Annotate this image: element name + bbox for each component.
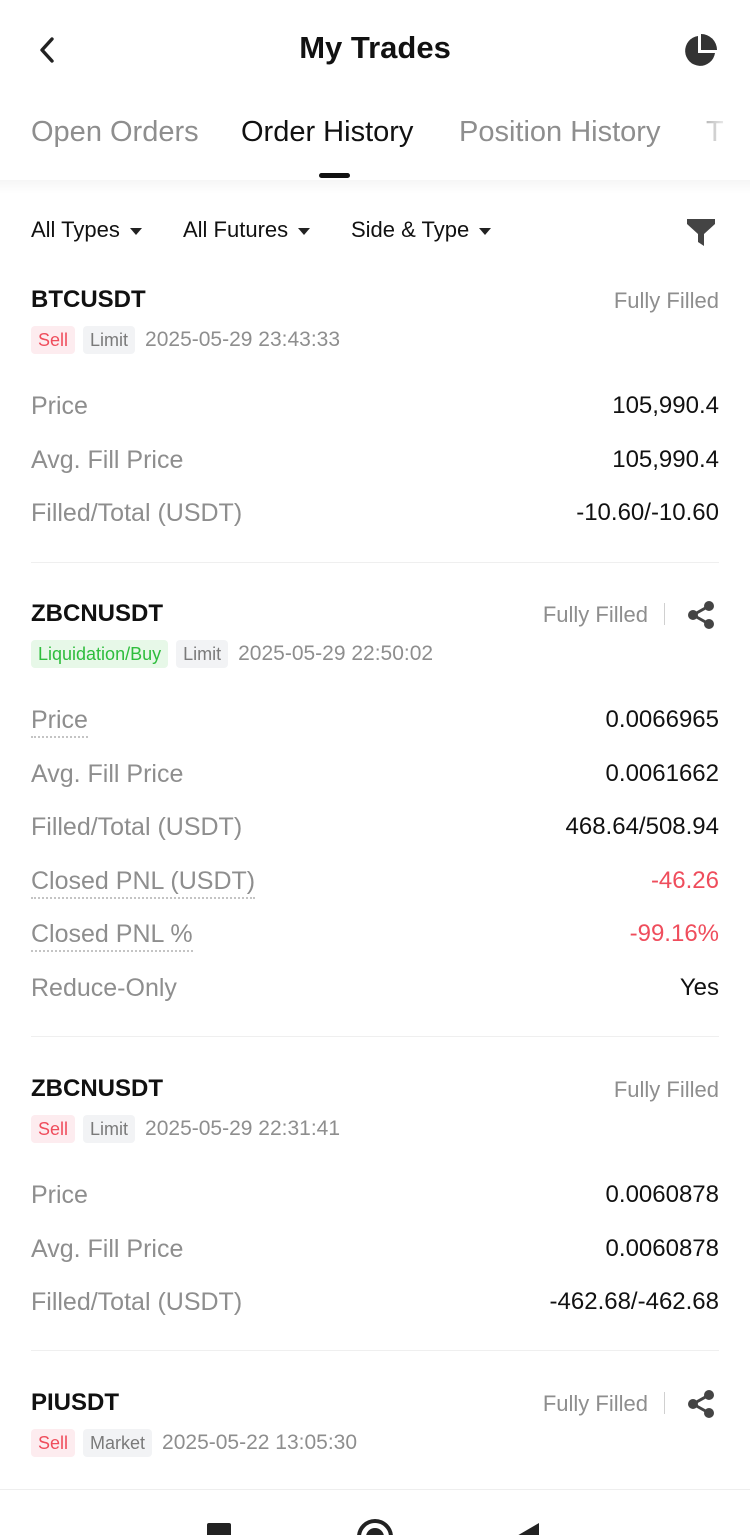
active-tab-indicator [319,173,350,178]
order-status: Fully Filled [613,1077,719,1102]
share-button[interactable] [684,598,718,632]
detail-row[interactable]: Price 0.0066965 [31,700,719,740]
order-timestamp: 2025-05-29 22:31:41 [145,1117,341,1140]
detail-row: Reduce-Only Yes [31,968,719,1008]
back-triangle-icon[interactable] [515,1523,539,1535]
tab-bar: Open Orders Order History Position Histo… [0,100,750,180]
pie-chart-icon [685,34,717,66]
row-value: -10.60/-10.60 [576,499,719,526]
pie-chart-button[interactable] [680,31,720,71]
status-separator [664,603,665,625]
order-badges: Sell Limit 2025-05-29 22:31:41 [31,1115,340,1143]
row-value: Yes [679,974,719,1001]
row-value: 105,990.4 [612,392,719,419]
order-symbol: BTCUSDT [31,286,146,313]
order-status: Fully Filled [542,602,648,627]
caret-down-icon [479,227,492,235]
order-type-badge: Market [83,1429,153,1457]
system-navigation-bar [0,1489,750,1535]
side-badge: Sell [31,326,76,354]
order-badges: Liquidation/Buy Limit 2025-05-29 22:50:0… [31,640,433,668]
row-label: Avg. Fill Price [31,760,184,788]
row-label: Filled/Total (USDT) [31,813,243,841]
row-value: -462.68/-462.68 [549,1288,719,1315]
detail-row: Filled/Total (USDT) -10.60/-10.60 [31,493,719,533]
recent-apps-icon[interactable] [207,1523,231,1535]
row-value: 105,990.4 [612,446,719,473]
order-timestamp: 2025-05-29 23:43:33 [145,328,341,351]
row-value: 0.0060878 [605,1235,719,1262]
status-separator [664,1392,665,1414]
all-types-label: All Types [31,217,120,242]
card-divider [31,562,719,563]
detail-row[interactable]: Closed PNL (USDT) -46.26 [31,861,719,901]
side-badge: Sell [31,1429,76,1457]
side-badge: Sell [31,1115,76,1143]
detail-row: Avg. Fill Price 0.0060878 [31,1229,719,1269]
filter-button[interactable] [684,215,718,249]
tab-position-history[interactable]: Position History [459,116,660,149]
detail-row: Filled/Total (USDT) -462.68/-462.68 [31,1282,719,1322]
card-divider [31,1350,719,1351]
tab-fade [690,100,750,180]
row-value: -99.16% [629,920,719,947]
page-title: My Trades [299,30,451,65]
row-label: Avg. Fill Price [31,446,184,474]
share-button[interactable] [684,1387,718,1421]
order-type-badge: Limit [83,326,136,354]
row-label: Price [31,392,88,420]
detail-row: Price 105,990.4 [31,386,719,426]
home-icon[interactable] [357,1519,393,1535]
side-type-dropdown[interactable]: Side & Type [351,217,492,243]
order-type-badge: Limit [83,1115,136,1143]
tab-order-history[interactable]: Order History [241,116,413,149]
row-label[interactable]: Closed PNL (USDT) [31,867,256,899]
row-label: Reduce-Only [31,974,177,1002]
order-badges: Sell Limit 2025-05-29 23:43:33 [31,326,340,354]
row-value: 0.0060878 [605,1181,719,1208]
all-types-dropdown[interactable]: All Types [31,217,142,243]
order-symbol: ZBCNUSDT [31,600,163,627]
share-icon [688,601,714,629]
row-label[interactable]: Closed PNL % [31,920,193,952]
filter-bar: All Types All Futures Side & Type [0,205,750,259]
row-label: Price [31,1181,88,1209]
row-value: 0.0066965 [605,706,719,733]
row-label: Filled/Total (USDT) [31,499,243,527]
card-divider [31,1036,719,1037]
order-timestamp: 2025-05-22 13:05:30 [162,1431,358,1454]
row-value: 468.64/508.94 [565,813,719,840]
order-symbol: ZBCNUSDT [31,1075,163,1102]
row-label[interactable]: Price [31,706,88,738]
detail-row: Filled/Total (USDT) 468.64/508.94 [31,807,719,847]
share-icon [688,1390,714,1418]
top-bar: My Trades [0,0,750,100]
order-type-badge: Limit [176,640,229,668]
row-label: Avg. Fill Price [31,1235,184,1263]
detail-row[interactable]: Closed PNL % -99.16% [31,914,719,954]
caret-down-icon [129,227,142,235]
funnel-icon [687,219,715,246]
all-futures-dropdown[interactable]: All Futures [183,217,311,243]
tab-open-orders[interactable]: Open Orders [31,116,199,149]
all-futures-label: All Futures [183,217,289,242]
order-status: Fully Filled [542,1391,648,1416]
tab-bar-shadow [0,180,750,194]
order-timestamp: 2025-05-29 22:50:02 [238,642,434,665]
detail-row: Price 0.0060878 [31,1175,719,1215]
side-type-label: Side & Type [351,217,470,242]
order-symbol: PIUSDT [31,1389,120,1416]
row-value: 0.0061662 [605,760,719,787]
order-badges: Sell Market 2025-05-22 13:05:30 [31,1429,357,1457]
detail-row: Avg. Fill Price 105,990.4 [31,440,719,480]
side-badge: Liquidation/Buy [31,640,169,668]
caret-down-icon [298,227,311,235]
row-label: Filled/Total (USDT) [31,1288,243,1316]
row-value: -46.26 [650,867,719,894]
order-status: Fully Filled [613,288,719,313]
detail-row: Avg. Fill Price 0.0061662 [31,754,719,794]
